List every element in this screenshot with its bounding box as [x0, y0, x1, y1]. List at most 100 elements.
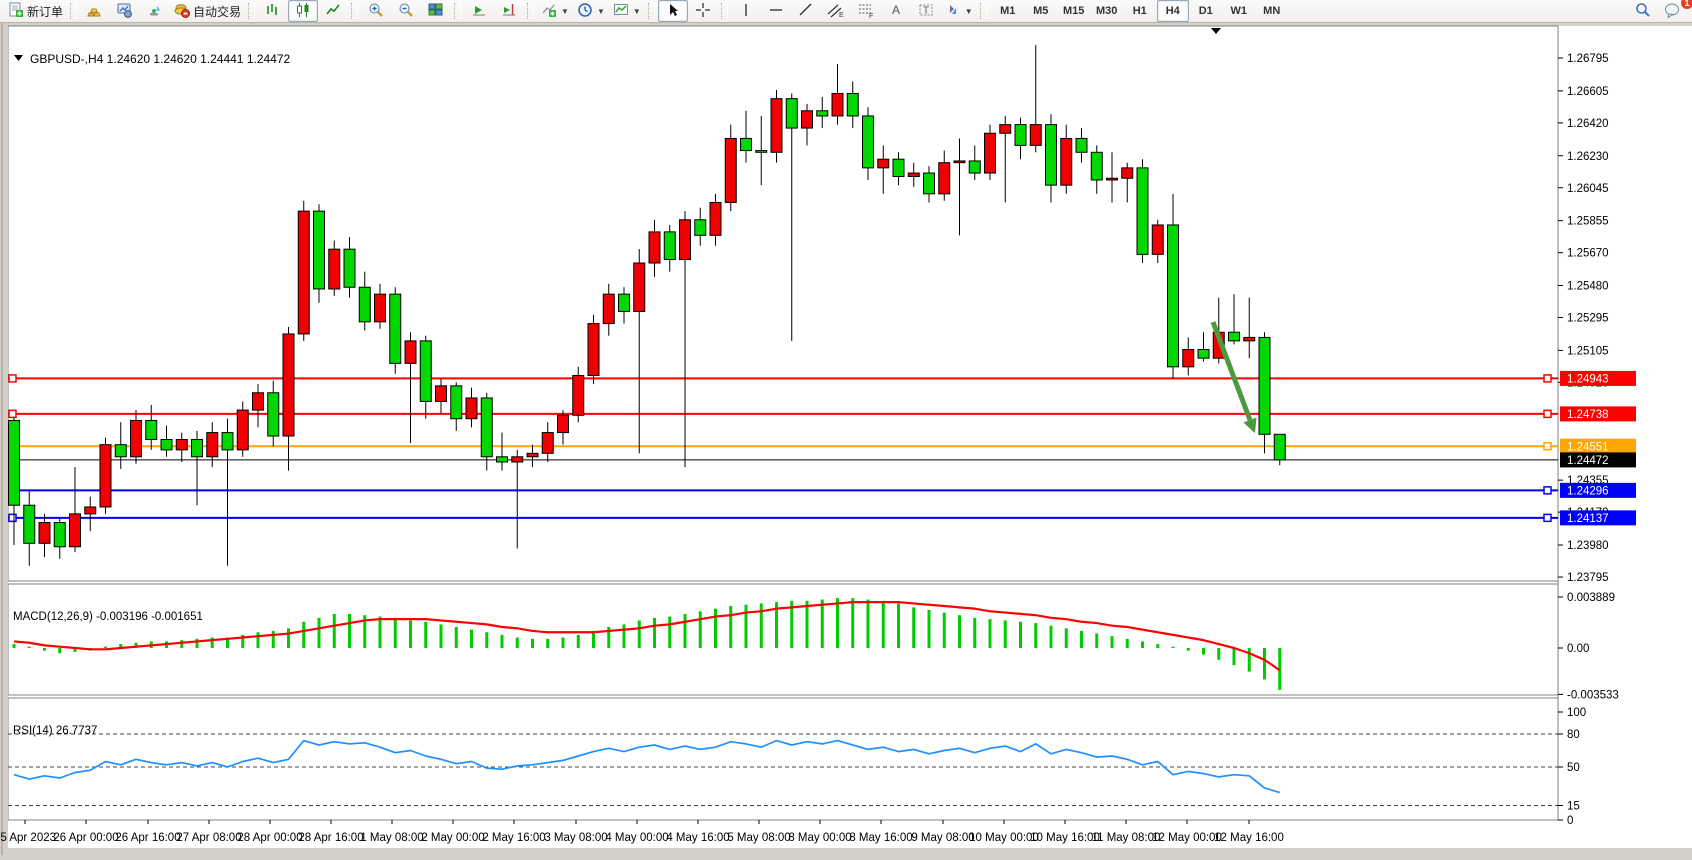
- toolbar-separator: [454, 3, 461, 19]
- periods-button[interactable]: ▼: [573, 0, 609, 22]
- new-order-label: 新订单: [27, 3, 63, 20]
- cursor-button[interactable]: [658, 0, 688, 22]
- rsi-axis-tick: 50: [1567, 762, 1580, 774]
- timeframe-button-M30[interactable]: M30: [1091, 0, 1123, 22]
- time-axis-label: 10 May 00:00: [969, 832, 1039, 844]
- chart-canvas[interactable]: 1.267951.266051.264201.262301.260451.258…: [0, 23, 1692, 855]
- macd-axis-tick: 0.003889: [1567, 592, 1615, 604]
- zoom-in-icon: [368, 2, 384, 21]
- time-axis-label: 26 Apr 00:00: [53, 832, 118, 844]
- svg-text:1.24943: 1.24943: [1567, 374, 1609, 386]
- price-axis-tick: 1.26230: [1567, 151, 1609, 163]
- time-axis-label: 2 May 00:00: [421, 832, 484, 844]
- indicators-button[interactable]: ▼: [537, 0, 573, 22]
- toolbar-separator: [721, 3, 728, 19]
- template-chart-icon: [613, 2, 629, 21]
- channel-tool-button[interactable]: E: [821, 0, 851, 22]
- price-axis-tick: 1.25670: [1567, 248, 1609, 260]
- price-axis-tick: 1.26605: [1567, 86, 1609, 98]
- price-tag: 1.24943: [1560, 371, 1636, 386]
- svg-text:1.24551: 1.24551: [1567, 441, 1609, 453]
- notifications-button[interactable]: 1: [1658, 0, 1688, 22]
- gold-bars-icon: [87, 2, 103, 21]
- chevron-down-icon: ▼: [965, 7, 973, 16]
- price-axis-tick: 1.26045: [1567, 183, 1609, 195]
- timeframe-button-M1[interactable]: M1: [992, 0, 1024, 22]
- time-axis-label: 25 Apr 2023: [0, 832, 56, 844]
- crosshair-button[interactable]: [688, 0, 718, 22]
- timeframe-button-H4[interactable]: H4: [1157, 0, 1189, 22]
- arrows-tool-button[interactable]: ▼: [941, 0, 977, 22]
- line-chart-icon: [325, 2, 341, 21]
- toolbar-separator: [70, 3, 77, 19]
- svg-text:F: F: [869, 13, 873, 18]
- chat-bubble-icon: [1664, 2, 1682, 21]
- chart-title: GBPUSD-,H4 1.24620 1.24620 1.24441 1.244…: [30, 52, 291, 66]
- rsi-indicator-label: RSI(14) 26.7737: [13, 725, 97, 737]
- crosshair-icon: [695, 2, 711, 21]
- price-axis-tick: 1.26795: [1567, 53, 1609, 65]
- timeframe-group: M1M5M15M30H1H4D1W1MN: [992, 0, 1288, 22]
- horizontal-line-tool-button[interactable]: [761, 0, 791, 22]
- rsi-axis-tick: 0: [1567, 815, 1573, 827]
- chart-shift-button[interactable]: [494, 0, 524, 22]
- chart-window[interactable]: 1.267951.266051.264201.262301.260451.258…: [0, 23, 1692, 855]
- shapes-icon: [945, 2, 961, 21]
- line-chart-type-button[interactable]: [318, 0, 348, 22]
- svg-text:1.24296: 1.24296: [1567, 486, 1609, 498]
- price-axis-tick: 1.26420: [1567, 118, 1609, 130]
- timeframe-button-H1[interactable]: H1: [1124, 0, 1156, 22]
- timeframe-button-MN[interactable]: MN: [1256, 0, 1288, 22]
- vertical-line-icon: [738, 2, 754, 21]
- trendline-icon: [798, 2, 814, 21]
- timeframe-button-M5[interactable]: M5: [1025, 0, 1057, 22]
- price-tag: 1.24738: [1560, 406, 1636, 421]
- macd-axis-tick: -0.003533: [1567, 689, 1619, 701]
- time-axis-label: 3 May 08:00: [544, 832, 607, 844]
- candle-chart-type-button[interactable]: [288, 0, 318, 22]
- fibonacci-tool-button[interactable]: F: [851, 0, 881, 22]
- time-axis-label: 11 May 08:00: [1092, 832, 1161, 844]
- auto-trading-button[interactable]: 自动交易: [170, 0, 245, 22]
- price-axis-tick: 1.25105: [1567, 345, 1609, 357]
- rsi-axis-tick: 80: [1567, 729, 1580, 741]
- signals-button[interactable]: [140, 0, 170, 22]
- vertical-line-tool-button[interactable]: [731, 0, 761, 22]
- new-order-button[interactable]: 新订单: [4, 0, 67, 22]
- svg-text:T: T: [923, 5, 929, 16]
- auto-trading-label: 自动交易: [193, 3, 241, 20]
- text-label-tool-button[interactable]: T: [911, 0, 941, 22]
- bar-chart-type-button[interactable]: [258, 0, 288, 22]
- timeframe-button-D1[interactable]: D1: [1190, 0, 1222, 22]
- wallet-button[interactable]: [80, 0, 110, 22]
- time-axis-label: 4 May 00:00: [605, 832, 668, 844]
- tile-windows-button[interactable]: [421, 0, 451, 22]
- time-axis-label: 28 Apr 16:00: [298, 832, 363, 844]
- toolbar-separator: [527, 3, 534, 19]
- svg-text:E: E: [839, 12, 844, 18]
- auto-scroll-button[interactable]: [464, 0, 494, 22]
- time-axis-label: 26 Apr 16:00: [115, 832, 180, 844]
- cursor-arrow-icon: [665, 2, 681, 21]
- time-axis-label: 9 May 08:00: [911, 832, 974, 844]
- fibonacci-icon: F: [857, 2, 875, 21]
- clock-icon: [577, 2, 593, 21]
- toolbar-separator: [980, 3, 987, 19]
- text-tool-button[interactable]: A: [881, 0, 911, 22]
- zoom-out-button[interactable]: [391, 0, 421, 22]
- horizontal-line-icon: [768, 2, 784, 21]
- svg-text:1.24472: 1.24472: [1567, 455, 1609, 467]
- equidistant-channel-icon: E: [827, 2, 845, 21]
- timeframe-button-M15[interactable]: M15: [1058, 0, 1090, 22]
- search-button[interactable]: [1628, 0, 1658, 22]
- chevron-down-icon: ▼: [597, 7, 605, 16]
- price-tag: 1.24472: [1560, 452, 1636, 467]
- market-watch-button[interactable]: [110, 0, 140, 22]
- price-axis-tick: 1.23980: [1567, 540, 1609, 552]
- trendline-tool-button[interactable]: [791, 0, 821, 22]
- zoom-in-button[interactable]: [361, 0, 391, 22]
- zoom-out-icon: [398, 2, 414, 21]
- timeframe-button-W1[interactable]: W1: [1223, 0, 1255, 22]
- templates-button[interactable]: ▼: [609, 0, 645, 22]
- time-axis-label: 4 May 16:00: [666, 832, 729, 844]
